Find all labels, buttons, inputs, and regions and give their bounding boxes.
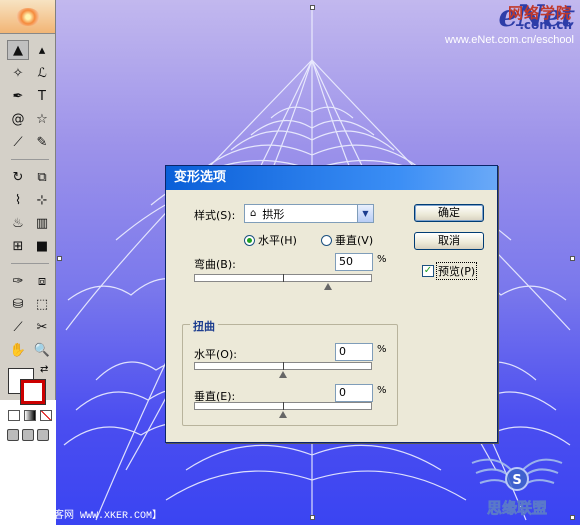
- arc-style-icon: ⌂: [250, 208, 257, 219]
- scissors-tool-icon[interactable]: ✂: [31, 317, 53, 337]
- hand-tool-icon[interactable]: ✋: [7, 340, 29, 360]
- svg-text:S: S: [512, 473, 521, 488]
- tools-grid: ▲ ▴ ✧ ℒ ✒ T @ ☆ ⟋ ✎ ↻ ⧉ ⌇ ⊹ ♨ ▥ ⊞ ■ ✑ ⧈ ⛁ ⬚ ⟋ ✂ ✋ 🔍: [0, 34, 55, 360]
- scale-tool-icon[interactable]: ⧉: [31, 167, 53, 187]
- vertical-radio-dot[interactable]: [321, 234, 332, 246]
- style-select-value: 拱形: [262, 207, 285, 221]
- zoom-tool-icon[interactable]: 🔍: [31, 340, 53, 360]
- chevron-down-icon[interactable]: ▼: [357, 205, 373, 222]
- check-icon[interactable]: ✓: [422, 265, 434, 277]
- bounding-box-handle[interactable]: [57, 256, 62, 261]
- type-tool-icon[interactable]: T: [31, 86, 53, 106]
- stroke-swatch[interactable]: [20, 379, 46, 405]
- distort-horizontal-percent-sign: %: [377, 344, 387, 355]
- slice-tool-icon[interactable]: ⟋: [7, 317, 29, 337]
- distort-vertical-slider-thumb[interactable]: [279, 411, 287, 418]
- color-mode-row: [0, 408, 55, 421]
- column-graph-tool-icon[interactable]: ▥: [31, 213, 53, 233]
- preview-checkbox-label: 预览(P): [436, 262, 478, 280]
- distort-horizontal-slider[interactable]: [194, 362, 372, 370]
- free-transform-tool-icon[interactable]: ⊹: [31, 190, 53, 210]
- bounding-box-handle[interactable]: [570, 256, 575, 261]
- bend-slider-thumb[interactable]: [323, 283, 332, 290]
- fullscreen-menu-mode-button[interactable]: [22, 429, 34, 441]
- star-tool-icon[interactable]: ☆: [31, 109, 53, 129]
- none-mode-button[interactable]: [40, 410, 52, 421]
- slider-center-tick: [283, 402, 284, 410]
- live-paint-bucket-tool-icon[interactable]: ⛁: [7, 294, 29, 314]
- distort-horizontal-input[interactable]: 0: [335, 343, 373, 361]
- cancel-button[interactable]: 取消: [414, 232, 484, 250]
- rotate-tool-icon[interactable]: ↻: [7, 167, 29, 187]
- watermark-logo: S 思缘联盟: [471, 458, 563, 517]
- logo-domain: .com.cn: [519, 18, 572, 32]
- distortion-group: [182, 324, 398, 426]
- toolbox-header[interactable]: [0, 0, 55, 34]
- paintbrush-tool-icon[interactable]: ⟋: [7, 132, 29, 152]
- upload-source-text: 上传于【新客网 WWW.XKER.COM】: [4, 511, 163, 522]
- dialog-body: 样式(S): ⌂ 拱形 ▼ 水平(H) 垂直(V) 弯曲(B): 50 % 扭曲…: [166, 190, 497, 442]
- spiral-tool-icon[interactable]: @: [7, 109, 29, 129]
- color-mode-button[interactable]: [8, 410, 20, 421]
- preview-checkbox[interactable]: ✓ 预览(P): [422, 262, 478, 280]
- distort-vertical-percent-sign: %: [377, 385, 387, 396]
- horizontal-radio-label: 水平(H): [258, 234, 297, 247]
- ok-button[interactable]: 确定: [414, 204, 484, 222]
- lasso-tool-icon[interactable]: ℒ: [31, 63, 53, 83]
- distort-horizontal-slider-thumb[interactable]: [279, 371, 287, 378]
- style-select[interactable]: ⌂ 拱形 ▼: [244, 204, 374, 223]
- bounding-box-handle[interactable]: [310, 5, 315, 10]
- symbol-sprayer-tool-icon[interactable]: ♨: [7, 213, 29, 233]
- svg-text:思缘联盟: 思缘联盟: [487, 499, 547, 517]
- distort-vertical-input[interactable]: 0: [335, 384, 373, 402]
- gradient-tool-icon[interactable]: ■: [31, 236, 53, 256]
- slider-center-tick: [283, 362, 284, 370]
- bend-percent-sign: %: [377, 254, 387, 265]
- fullscreen-mode-button[interactable]: [37, 429, 49, 441]
- slider-center-tick: [283, 274, 284, 282]
- enet-logo: eNet 网络学院 .com.cn www.eNet.com.cn/eschoo…: [445, 2, 575, 47]
- bend-slider[interactable]: [194, 274, 372, 282]
- color-swatches: ⇄: [6, 364, 55, 408]
- live-paint-selection-tool-icon[interactable]: ⬚: [31, 294, 53, 314]
- horizontal-radio-dot[interactable]: [244, 234, 255, 246]
- bend-label: 弯曲(B):: [194, 258, 236, 271]
- horizontal-radio[interactable]: 水平(H): [244, 232, 297, 248]
- distortion-group-title: 扭曲: [190, 318, 218, 334]
- bounding-box-handle[interactable]: [310, 515, 315, 520]
- mesh-tool-icon[interactable]: ⊞: [7, 236, 29, 256]
- toolbox-divider: [11, 263, 49, 264]
- swap-colors-icon[interactable]: ⇄: [40, 364, 48, 375]
- blend-tool-icon[interactable]: ⧈: [31, 271, 53, 291]
- bend-input[interactable]: 50: [335, 253, 373, 271]
- pencil-tool-icon[interactable]: ✎: [31, 132, 53, 152]
- vertical-radio[interactable]: 垂直(V): [321, 232, 373, 248]
- flower-logo-icon: [15, 7, 40, 26]
- vertical-radio-label: 垂直(V): [335, 234, 374, 247]
- warp-options-dialog: 变形选项 样式(S): ⌂ 拱形 ▼ 水平(H) 垂直(V) 弯曲(B): 50…: [165, 165, 498, 443]
- gradient-mode-button[interactable]: [24, 410, 36, 421]
- style-label: 样式(S):: [194, 209, 236, 222]
- toolbox-divider: [11, 159, 49, 160]
- distort-vertical-slider[interactable]: [194, 402, 372, 410]
- standard-screen-mode-button[interactable]: [7, 429, 19, 441]
- selection-tool-icon[interactable]: ▲: [7, 40, 29, 60]
- direct-selection-tool-icon[interactable]: ▴: [31, 40, 53, 60]
- screen-mode-row: [0, 421, 55, 441]
- pen-tool-icon[interactable]: ✒: [7, 86, 29, 106]
- magic-wand-tool-icon[interactable]: ✧: [7, 63, 29, 83]
- distort-horizontal-label: 水平(O):: [194, 348, 237, 361]
- tools-panel: ▲ ▴ ✧ ℒ ✒ T @ ☆ ⟋ ✎ ↻ ⧉ ⌇ ⊹ ♨ ▥ ⊞ ■ ✑ ⧈ ⛁ ⬚ ⟋ ✂ ✋ 🔍 ⇄: [0, 0, 56, 441]
- eyedropper-tool-icon[interactable]: ✑: [7, 271, 29, 291]
- dialog-title[interactable]: 变形选项: [166, 166, 497, 190]
- logo-url: www.eNet.com.cn/eschool: [445, 34, 574, 46]
- warp-tool-icon[interactable]: ⌇: [7, 190, 29, 210]
